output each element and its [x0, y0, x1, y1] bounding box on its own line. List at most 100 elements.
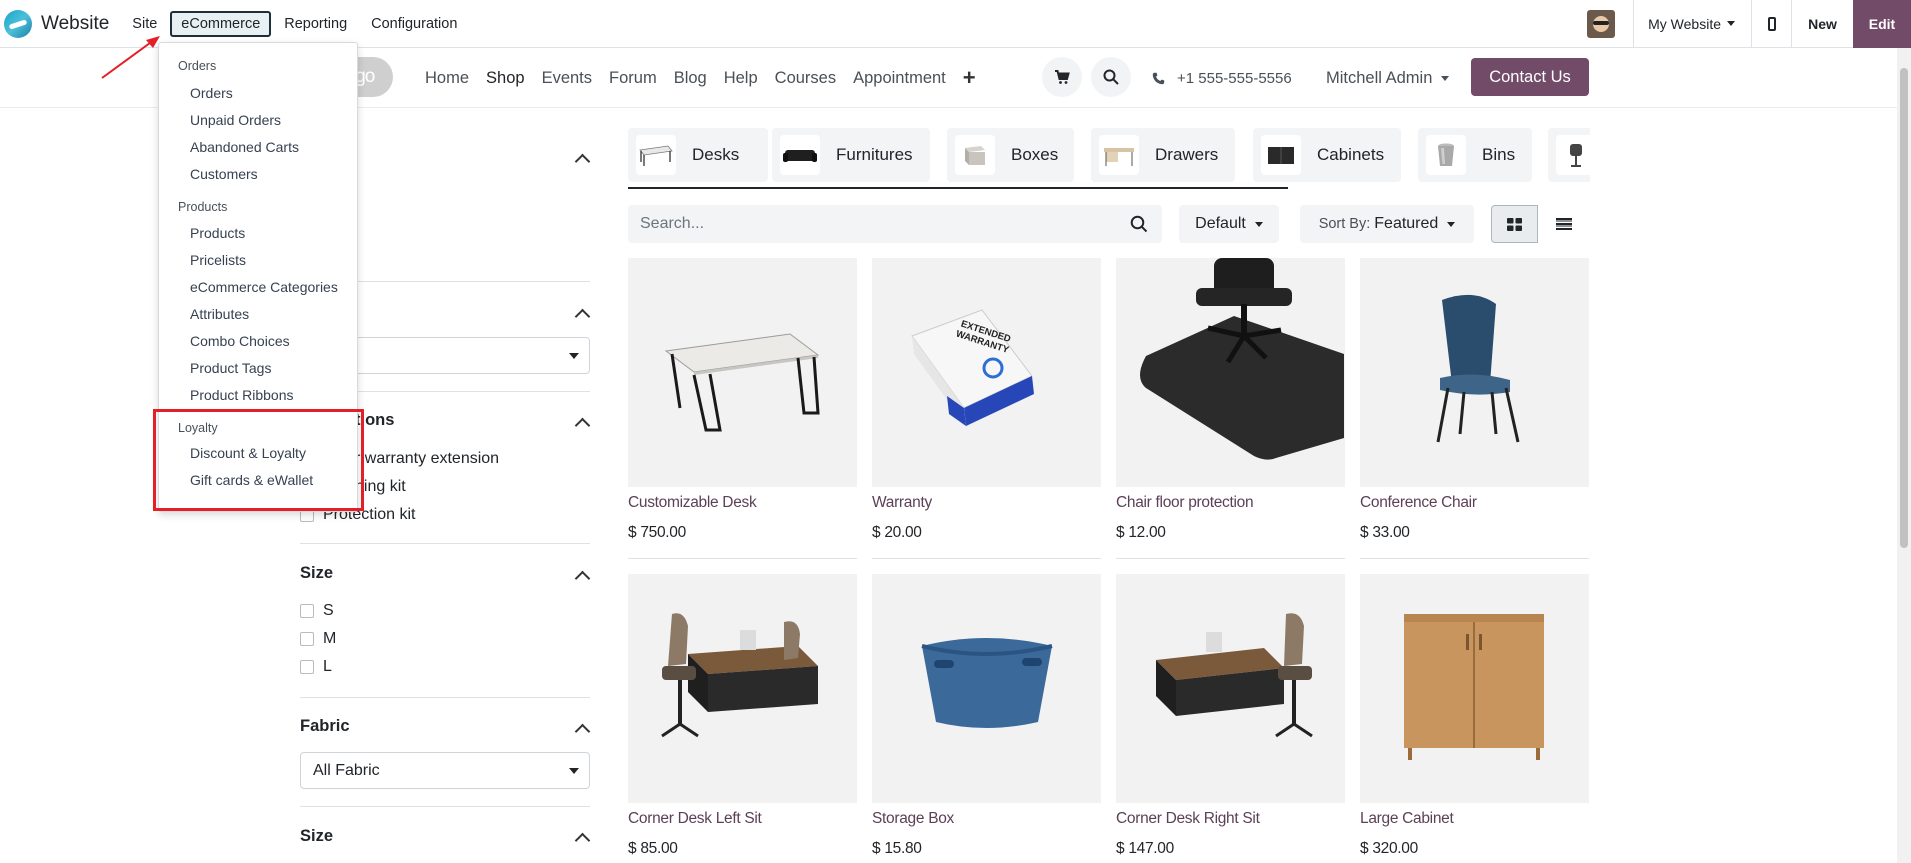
- nav-courses[interactable]: Courses: [775, 69, 836, 88]
- menu-item-orders[interactable]: Orders: [190, 85, 233, 101]
- menu-reporting[interactable]: Reporting: [273, 11, 358, 37]
- collapse-chevron-icon[interactable]: [574, 832, 591, 849]
- filter-option[interactable]: r warranty extension: [355, 450, 499, 468]
- collapse-chevron-icon[interactable]: [574, 153, 591, 170]
- add-page-plus-icon[interactable]: +: [963, 65, 976, 91]
- user-avatar[interactable]: [1587, 9, 1616, 38]
- category-label: Furnitures: [836, 145, 913, 164]
- collapse-chevron-icon[interactable]: [574, 570, 591, 587]
- menu-item-unpaid-orders[interactable]: Unpaid Orders: [190, 112, 281, 128]
- filter-option-label: ning kit: [355, 478, 406, 495]
- category-boxes[interactable]: Boxes: [947, 128, 1074, 182]
- product-image[interactable]: [628, 574, 857, 803]
- filter-option[interactable]: ning kit: [355, 478, 406, 496]
- search-placeholder: Search...: [640, 215, 705, 232]
- grid-view-button[interactable]: [1491, 205, 1538, 243]
- nav-forum[interactable]: Forum: [609, 69, 657, 88]
- product-price: $ 20.00: [872, 524, 922, 541]
- category-label: Desks: [692, 145, 740, 164]
- contact-us-button[interactable]: Contact Us: [1471, 58, 1589, 96]
- category-lamps[interactable]: [1548, 128, 1590, 182]
- search-icon[interactable]: [1130, 215, 1148, 233]
- product-image[interactable]: [1360, 258, 1589, 487]
- cart-button[interactable]: [1042, 57, 1082, 97]
- divider: [300, 806, 590, 807]
- menu-item-gift-cards-ewallet[interactable]: Gift cards & eWallet: [190, 472, 313, 488]
- user-dropdown[interactable]: Mitchell Admin: [1326, 48, 1450, 108]
- category-desks[interactable]: Desks: [628, 128, 768, 182]
- header-search-button[interactable]: [1091, 57, 1131, 97]
- checkbox[interactable]: [300, 660, 314, 674]
- product-name[interactable]: Large Cabinet: [1360, 810, 1454, 828]
- product-name[interactable]: Warranty: [872, 494, 932, 512]
- menu-ecommerce[interactable]: eCommerce: [170, 10, 272, 37]
- phone-icon: [1152, 72, 1165, 84]
- category-thumb: [636, 135, 676, 175]
- pricelist-dropdown[interactable]: Default: [1179, 205, 1279, 243]
- menu-item-ecommerce-categories[interactable]: eCommerce Categories: [190, 279, 338, 295]
- product-name[interactable]: Corner Desk Left Sit: [628, 810, 762, 828]
- product-name[interactable]: Corner Desk Right Sit: [1116, 810, 1260, 828]
- edit-button[interactable]: Edit: [1853, 0, 1911, 48]
- category-thumb: [1556, 135, 1590, 175]
- site-nav: Home Shop Events Forum Blog Help Courses…: [425, 48, 976, 108]
- nav-shop[interactable]: Shop: [486, 69, 525, 88]
- nav-home[interactable]: Home: [425, 69, 469, 88]
- checkbox[interactable]: [300, 604, 314, 618]
- product-image[interactable]: EXTENDED WARRANTY: [872, 258, 1101, 487]
- caret-down-icon: [1254, 221, 1263, 227]
- menu-item-product-ribbons[interactable]: Product Ribbons: [190, 387, 294, 403]
- nav-appointment[interactable]: Appointment: [853, 69, 946, 88]
- scrollbar-thumb[interactable]: [1900, 68, 1908, 548]
- product-name[interactable]: Conference Chair: [1360, 494, 1477, 512]
- category-cabinets[interactable]: Cabinets: [1253, 128, 1401, 182]
- menu-item-product-tags[interactable]: Product Tags: [190, 360, 271, 376]
- category-furnitures[interactable]: Furnitures: [772, 128, 930, 182]
- product-name[interactable]: Customizable Desk: [628, 494, 757, 512]
- product-image[interactable]: [1360, 574, 1589, 803]
- nav-events[interactable]: Events: [542, 69, 592, 88]
- search-icon: [1103, 69, 1119, 85]
- menu-configuration[interactable]: Configuration: [360, 11, 468, 37]
- menu-item-pricelists[interactable]: Pricelists: [190, 252, 246, 268]
- menu-item-customers[interactable]: Customers: [190, 166, 258, 182]
- product-price: $ 320.00: [1360, 840, 1418, 857]
- website-app-brand[interactable]: Website: [0, 0, 109, 48]
- category-bins[interactable]: Bins: [1418, 128, 1532, 182]
- sort-value: Featured: [1374, 215, 1439, 232]
- product-price: $ 750.00: [628, 524, 686, 541]
- filter-option[interactable]: L: [300, 658, 332, 676]
- product-image[interactable]: [872, 574, 1101, 803]
- collapse-chevron-icon[interactable]: [574, 417, 591, 434]
- product-search-input[interactable]: Search...: [628, 205, 1162, 243]
- category-scroll-indicator: [628, 187, 1288, 189]
- checkbox[interactable]: [300, 632, 314, 646]
- new-button[interactable]: New: [1791, 0, 1853, 48]
- filter-option[interactable]: M: [300, 630, 336, 648]
- nav-blog[interactable]: Blog: [674, 69, 707, 88]
- caret-down-icon: [569, 768, 579, 774]
- menu-item-combo-choices[interactable]: Combo Choices: [190, 333, 290, 349]
- filter-option[interactable]: S: [300, 602, 334, 620]
- mobile-preview-button[interactable]: [1751, 0, 1791, 48]
- website-switcher[interactable]: My Website: [1633, 0, 1751, 48]
- category-drawers[interactable]: Drawers: [1091, 128, 1235, 182]
- product-image[interactable]: [628, 258, 857, 487]
- product-price: $ 15.80: [872, 840, 922, 857]
- sort-dropdown[interactable]: Sort By: Featured: [1300, 205, 1474, 243]
- product-image[interactable]: [1116, 574, 1345, 803]
- product-name[interactable]: Chair floor protection: [1116, 494, 1254, 512]
- collapse-chevron-icon[interactable]: [574, 723, 591, 740]
- menu-item-abandoned-carts[interactable]: Abandoned Carts: [190, 139, 299, 155]
- list-view-button[interactable]: [1540, 205, 1587, 243]
- product-image[interactable]: [1116, 258, 1345, 487]
- menu-item-products[interactable]: Products: [190, 225, 245, 241]
- nav-help[interactable]: Help: [724, 69, 758, 88]
- phone-contact[interactable]: +1 555-555-5556: [1152, 48, 1292, 108]
- menu-item-attributes[interactable]: Attributes: [190, 306, 249, 322]
- fabric-select[interactable]: All Fabric: [300, 752, 590, 789]
- collapse-chevron-icon[interactable]: [574, 308, 591, 325]
- page-scrollbar[interactable]: [1897, 48, 1911, 863]
- menu-item-discount-loyalty[interactable]: Discount & Loyalty: [190, 445, 306, 461]
- product-name[interactable]: Storage Box: [872, 810, 954, 828]
